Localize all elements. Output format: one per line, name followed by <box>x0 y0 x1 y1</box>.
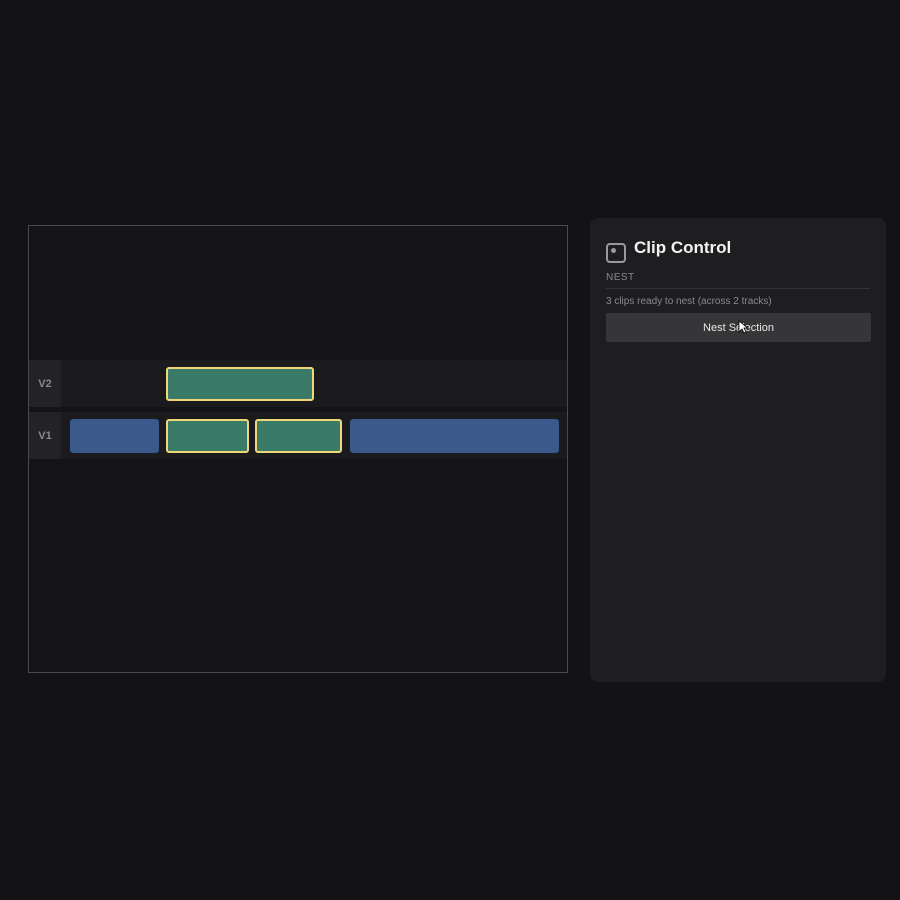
track-header-v2: V2 <box>29 360 61 407</box>
panel-header: Clip Control <box>606 234 870 266</box>
clip-v1-3[interactable] <box>255 419 342 453</box>
section-label-nest: NEST <box>606 272 870 289</box>
panel-title: Clip Control <box>634 238 732 257</box>
clip-v2-1[interactable] <box>166 367 314 401</box>
nest-status-text: 3 clips ready to nest (across 2 tracks) <box>606 296 772 307</box>
track-v1: V1 <box>29 412 567 459</box>
timeline: V2 V1 <box>28 225 568 673</box>
clip-v1-2[interactable] <box>166 419 249 453</box>
clip-control-icon <box>606 243 626 263</box>
clip-v1-4[interactable] <box>350 419 559 453</box>
clip-control-panel: Clip Control NEST 3 clips ready to nest … <box>590 218 886 682</box>
clip-v1-1[interactable] <box>70 419 159 453</box>
mouse-cursor-icon <box>738 320 748 334</box>
track-header-v1: V1 <box>29 412 61 459</box>
app-stage: V2 V1 Clip Control NEST 3 clips ready to… <box>0 0 900 900</box>
track-v2: V2 <box>29 360 567 407</box>
